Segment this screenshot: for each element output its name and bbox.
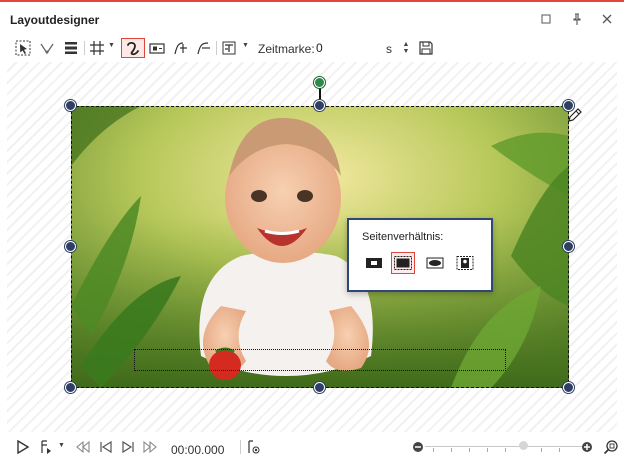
resize-handle-bottom-right[interactable] — [563, 382, 574, 393]
next-icon[interactable] — [119, 437, 137, 457]
close-icon[interactable] — [599, 11, 615, 27]
zeitmarke-spinner[interactable]: ▲ ▼ — [402, 41, 410, 55]
layoutdesigner-window: Layoutdesigner ▼ ▼ Zeitmarke: 0 s ▲ ▼ Se… — [0, 0, 624, 457]
record-marker-icon[interactable] — [245, 437, 263, 457]
slider-tick — [469, 448, 470, 452]
zeitmarke-label: Zeitmarke: — [258, 42, 315, 56]
resize-handle-right[interactable] — [563, 241, 574, 252]
pin-icon[interactable] — [569, 11, 585, 27]
toolbar-separator — [216, 41, 217, 55]
resize-handle-top[interactable] — [314, 100, 325, 111]
marker-icon[interactable] — [38, 437, 54, 457]
title-bar: Layoutdesigner — [0, 4, 624, 32]
timecode: 00:00.000 — [171, 443, 225, 457]
transport-separator — [240, 440, 241, 454]
toolbar: ▼ ▼ Zeitmarke: s ▲▼ — [0, 34, 624, 60]
marker-dropdown-icon[interactable]: ▼ — [58, 442, 65, 449]
aspect-ratio-popup: Seitenverhältnis: — [347, 218, 493, 292]
slider-tick — [505, 448, 506, 452]
text-format-dropdown-icon[interactable]: ▼ — [242, 42, 249, 49]
zoom-in-icon[interactable] — [580, 437, 594, 457]
toolbar-separator — [84, 41, 85, 55]
slider-tick — [433, 448, 434, 452]
aspect-original-icon[interactable] — [362, 252, 386, 274]
slider-tick — [487, 448, 488, 452]
aspect-portrait-icon[interactable] — [453, 252, 477, 274]
zoom-fit-icon[interactable] — [603, 437, 619, 457]
window-title: Layoutdesigner — [10, 13, 100, 27]
transport-bar: ▼ 00:00.000 — [0, 434, 624, 457]
zeitmarke-unit: s — [386, 42, 392, 56]
curve-path-icon[interactable] — [121, 38, 145, 58]
zoom-slider-track[interactable] — [425, 446, 585, 447]
play-icon[interactable] — [14, 437, 32, 457]
rotation-handle[interactable] — [314, 77, 325, 88]
pen-icon[interactable] — [565, 106, 583, 129]
select-tool-icon[interactable] — [12, 38, 34, 58]
aspect-fit-icon[interactable] — [423, 252, 447, 274]
text-placeholder-box[interactable] — [134, 349, 506, 371]
prev-icon[interactable] — [97, 437, 115, 457]
slider-tick — [559, 448, 560, 452]
resize-handle-top-left[interactable] — [65, 100, 76, 111]
zoom-out-icon[interactable] — [411, 437, 425, 457]
text-path-icon[interactable] — [194, 38, 214, 58]
last-icon[interactable] — [141, 437, 159, 457]
text-flow-icon[interactable] — [171, 38, 191, 58]
resize-handle-bottom-left[interactable] — [65, 382, 76, 393]
grid-dropdown-icon[interactable]: ▼ — [108, 42, 115, 49]
slider-tick — [451, 448, 452, 452]
resize-handle-left[interactable] — [65, 241, 76, 252]
aspect-fill-icon[interactable] — [391, 252, 415, 274]
layout-bars-icon[interactable] — [61, 38, 81, 58]
text-format-icon[interactable] — [219, 38, 239, 58]
grid-icon[interactable] — [88, 38, 106, 58]
resize-handle-bottom[interactable] — [314, 382, 325, 393]
zeitmarke-input[interactable] — [316, 39, 408, 56]
anchor-tool-icon[interactable] — [37, 38, 57, 58]
zoom-slider-thumb[interactable] — [519, 441, 528, 450]
maximize-icon[interactable] — [538, 11, 554, 27]
save-icon[interactable] — [416, 38, 436, 58]
slider-tick — [541, 448, 542, 452]
first-icon[interactable] — [74, 437, 92, 457]
aspect-ratio-label: Seitenverhältnis: — [362, 231, 444, 243]
baby-photo[interactable] — [71, 106, 569, 388]
camera-pan-icon[interactable] — [147, 38, 167, 58]
